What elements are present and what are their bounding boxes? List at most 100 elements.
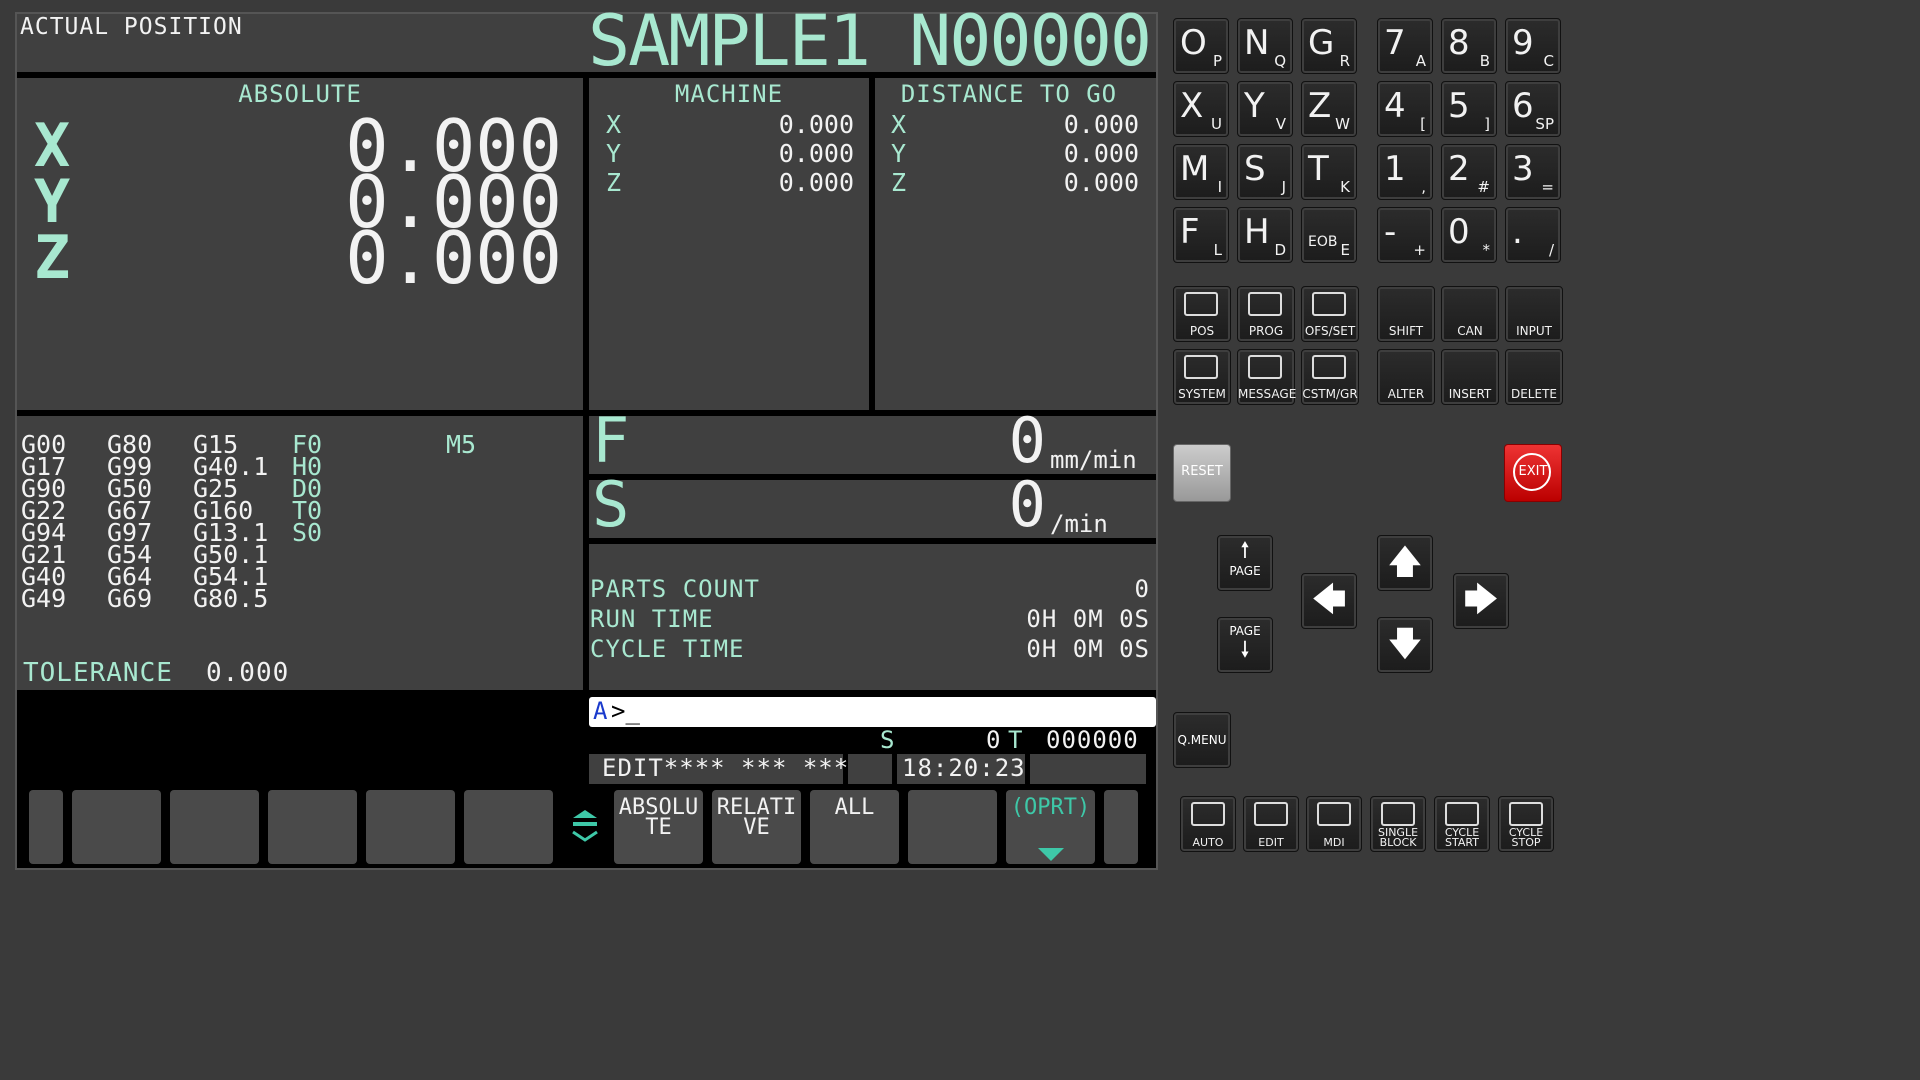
key-main-label: EOB [1308,234,1338,250]
key-insert[interactable]: INSERT [1441,349,1499,405]
axis-label: Y [891,139,907,168]
key-shift[interactable]: SHIFT [1377,286,1435,342]
key-12[interactable]: . / [1505,207,1561,263]
softkey-right-arrow[interactable] [1104,790,1138,864]
key-7[interactable]: 1, [1377,144,1433,200]
counters-values: 0 0H 0M 0S 0H 0M 0S [900,574,1150,664]
key-main-label: 9 [1512,23,1534,63]
key-y[interactable]: YV [1237,81,1293,137]
reset-button[interactable]: RESET [1173,444,1231,502]
key-1[interactable]: 7A [1377,18,1433,74]
softkey-left-arrow[interactable] [29,790,63,864]
softkey-empty[interactable] [366,790,455,864]
mode-edit[interactable]: EDIT [1243,796,1299,852]
key-2[interactable]: 8B [1441,18,1497,74]
absolute-value: 0.000 [345,216,562,300]
key-system[interactable]: SYSTEM [1173,349,1231,405]
key-main-label: X [1180,86,1204,126]
cursor-down-button[interactable]: 🡇 [1377,617,1433,673]
key-4[interactable]: 4[ [1377,81,1433,137]
key-8[interactable]: 2 # [1441,144,1497,200]
key-message[interactable]: MESSAGE [1237,349,1297,405]
key-alter[interactable]: ALTER [1377,349,1435,405]
key-sub-label: Q [1274,52,1286,70]
key-main-label: N [1244,23,1270,63]
mode-mdi[interactable]: MDI [1306,796,1362,852]
mode-cycle-start[interactable]: CYCLE START [1434,796,1490,852]
machine-value: 0.000 [778,110,854,139]
key-sub-label: [ [1420,115,1426,133]
softkey-toggle-icon[interactable] [570,806,600,846]
axis-label: X [606,110,622,139]
softkey-empty[interactable] [268,790,357,864]
distance-value: 0.000 [1063,168,1139,197]
key-pos[interactable]: POS [1173,286,1231,342]
key-9[interactable]: 3 = [1505,144,1561,200]
mode-auto[interactable]: AUTO [1180,796,1236,852]
key-f[interactable]: FL [1173,207,1229,263]
key-11[interactable]: 0 * [1441,207,1497,263]
key-z[interactable]: ZW [1301,81,1357,137]
mode-cycle-stop[interactable]: CYCLE STOP [1498,796,1554,852]
softkey-empty[interactable] [908,790,997,864]
key-5[interactable]: 5] [1441,81,1497,137]
softkey-empty[interactable] [464,790,553,864]
key-h[interactable]: HD [1237,207,1293,263]
key-main-label: Y [1244,86,1265,126]
key-main-label: M [1180,149,1210,189]
qmenu-button[interactable]: Q.MENU [1173,712,1231,768]
key-caption: MESSAGE [1238,387,1297,401]
key-caption: ALTER [1387,387,1425,401]
status-s-label: S [880,726,896,754]
page-up-button[interactable]: 🠕 PAGE [1217,535,1273,591]
key-can[interactable]: CAN [1441,286,1499,342]
key-eob[interactable]: EOB E [1301,207,1357,263]
exit-button[interactable]: EXIT [1504,444,1562,502]
gcode-column: G00 G17 G90 G22 G94 G21 G40 G49 [21,432,66,611]
key-6[interactable]: 6 SP [1505,81,1561,137]
mode-single-block[interactable]: SINGLE BLOCK [1370,796,1426,852]
page-down-button[interactable]: PAGE 🠗 [1217,617,1273,673]
run-time-value: 0H 0M 0S [1026,605,1150,633]
key-input[interactable]: INPUT [1505,286,1563,342]
key-sub-label: E [1340,241,1350,259]
softkey-oprt[interactable]: (OPRT) [1006,790,1095,864]
key-n[interactable]: NQ [1237,18,1293,74]
can-icon [1452,292,1486,316]
key-t[interactable]: TK [1301,144,1357,200]
key-sub-label: P [1212,52,1222,70]
key-ofs-set[interactable]: OFS/SET [1301,286,1359,342]
key-10[interactable]: - + [1377,207,1433,263]
cursor-left-button[interactable]: 🡄 [1301,573,1357,629]
key-m[interactable]: MI [1173,144,1229,200]
softkey-relative[interactable]: RELATI VE [712,790,801,864]
key-prog[interactable]: PROG [1237,286,1295,342]
auto-icon [1191,802,1225,826]
softkey-absolute[interactable]: ABSOLU TE [614,790,703,864]
key-s[interactable]: SJ [1237,144,1293,200]
status-cell [848,754,892,784]
mode-caption: MDI [1323,836,1345,849]
machine-title: MACHINE [674,80,784,108]
cursor-up-button[interactable]: 🡅 [1377,535,1433,591]
feed-unit: mm/min [1050,446,1137,474]
key-g[interactable]: GR [1301,18,1357,74]
cycle-time-value: 0H 0M 0S [1026,635,1150,663]
key-caption: CSTM/GR [1302,387,1358,401]
softkey-all[interactable]: ALL [810,790,899,864]
key-main-label: Z [1308,86,1332,126]
exit-label: EXIT [1518,464,1548,479]
cursor-right-button[interactable]: 🡆 [1453,573,1509,629]
key-delete[interactable]: DELETE [1505,349,1563,405]
status-t-value: 000000 [1046,726,1139,754]
key-o[interactable]: OP [1173,18,1229,74]
cycle-start-icon [1445,802,1479,826]
key-x[interactable]: XU [1173,81,1229,137]
message-icon [1248,355,1282,379]
softkey-empty[interactable] [72,790,161,864]
key-3[interactable]: 9C [1505,18,1561,74]
key-cstm-gr[interactable]: CSTM/GR [1301,349,1359,405]
softkey-empty[interactable] [170,790,259,864]
key-sub-label: I [1217,178,1222,196]
input-line[interactable]: A >_ [589,697,1156,727]
